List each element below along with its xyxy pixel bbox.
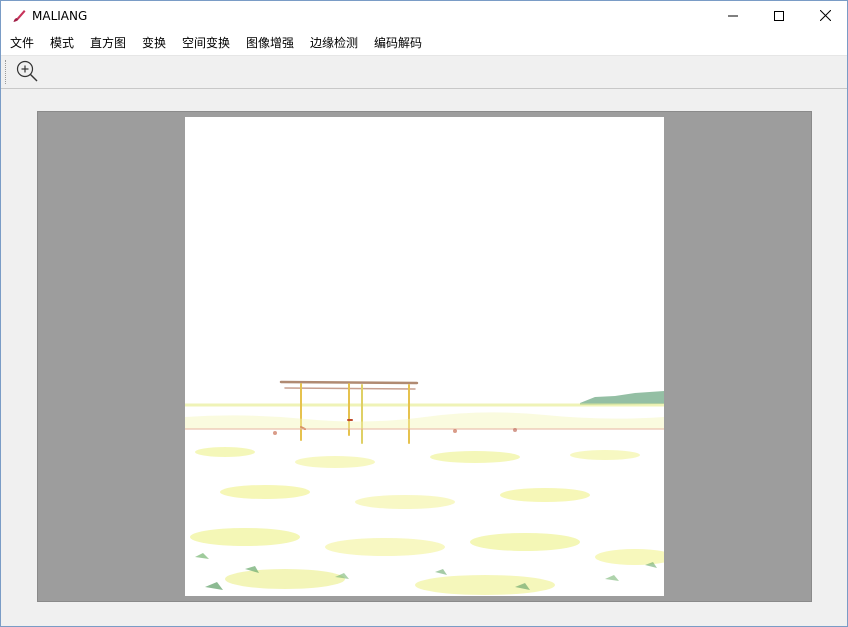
zoom-in-icon	[15, 59, 39, 86]
toolbar-grip[interactable]	[5, 60, 8, 84]
menu-mode[interactable]: 模式	[50, 36, 74, 51]
maximize-button[interactable]	[756, 1, 802, 32]
toolbar	[1, 56, 847, 89]
menu-encode-decode[interactable]: 编码解码	[374, 36, 422, 51]
image-canvas[interactable]	[37, 111, 812, 602]
menu-file[interactable]: 文件	[10, 36, 34, 51]
menu-bar: 文件 模式 直方图 变换 空间变换 图像增强 边缘检测 编码解码	[1, 32, 847, 56]
menu-image-enhancement[interactable]: 图像增强	[246, 36, 294, 51]
content-area	[1, 90, 847, 626]
processed-image	[185, 117, 664, 596]
close-button[interactable]	[802, 1, 847, 32]
menu-edge-detection[interactable]: 边缘检测	[310, 36, 358, 51]
minimize-icon	[728, 10, 738, 24]
close-icon	[819, 9, 831, 24]
menu-transform[interactable]: 变换	[142, 36, 166, 51]
menu-histogram[interactable]: 直方图	[90, 36, 126, 51]
paintbrush-icon	[11, 8, 27, 24]
title-bar[interactable]: MALIANG	[1, 1, 847, 32]
maximize-icon	[774, 10, 784, 24]
zoom-in-button[interactable]	[14, 59, 40, 85]
app-window: MALIANG 文件 模式 直方图 变换 空间变换 图像增强 边缘检测 编码解码	[0, 0, 848, 627]
menu-spatial-transform[interactable]: 空间变换	[182, 36, 230, 51]
window-title: MALIANG	[32, 9, 88, 23]
minimize-button[interactable]	[710, 1, 756, 32]
